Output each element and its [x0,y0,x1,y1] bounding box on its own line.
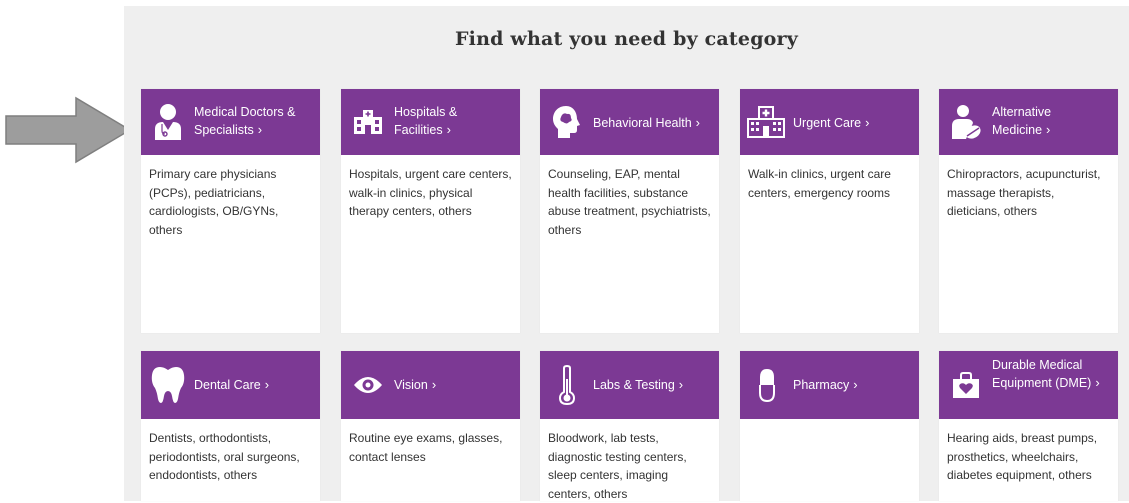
category-card-urgent-care[interactable]: Urgent Care › Walk-in clinics, urgent car… [740,89,919,333]
category-header-behavioral-health[interactable]: Behavioral Health › [540,89,719,155]
chevron-right-icon: › [446,122,451,137]
category-title-text[interactable]: Dental Care [194,378,261,392]
category-title-alternative-medicine[interactable]: Alternative Medicine › [992,104,1112,139]
category-description: Walk-in clinics, urgent care centers, em… [748,167,891,200]
category-title-text[interactable]: Durable Medical Equipment (DME) [992,358,1091,390]
category-title-urgent-care[interactable]: Urgent Care › [793,114,913,132]
head-profile-icon [550,102,584,142]
chevron-right-icon: › [264,377,270,392]
category-description: Chiropractors, acupuncturist, massage th… [947,167,1101,218]
eye-icon [351,365,385,405]
category-card-dental-care[interactable]: Dental Care › Dentists, orthodontists, pe… [141,351,320,501]
category-title-dental-care[interactable]: Dental Care › [194,376,314,394]
chevron-right-icon: › [695,115,701,130]
category-title-text[interactable]: Labs & Testing [593,378,675,392]
category-title-text[interactable]: Behavioral Health [593,116,692,130]
category-card-pharmacy[interactable]: Pharmacy › [740,351,919,501]
category-title-text[interactable]: Vision [394,378,428,392]
medical-bag-icon [949,365,983,405]
category-description: Routine eye exams, glasses, contact lens… [349,431,503,464]
category-description: Bloodwork, lab tests, diagnostic testing… [548,431,687,501]
urgent-care-building-icon [746,102,786,142]
category-card-alternative-medicine[interactable]: Alternative Medicine › Chiropractors, acu… [939,89,1118,333]
tooth-icon [151,365,185,405]
category-title-text[interactable]: Urgent Care [793,116,861,130]
category-description: Hospitals, urgent care centers, walk-in … [349,167,512,218]
category-description: Dentists, orthodontists, periodontists, … [149,431,300,482]
category-title-hospitals[interactable]: Hospitals & Facilities › [394,104,514,139]
category-title-behavioral-health[interactable]: Behavioral Health › [593,114,713,132]
category-title-text[interactable]: Alternative Medicine [992,105,1051,137]
category-card-medical-doctors[interactable]: Medical Doctors & Specialists › Primary c… [141,89,320,333]
chevron-right-icon: › [865,115,870,130]
category-title-text[interactable]: Pharmacy [793,378,849,392]
category-header-vision[interactable]: Vision › [341,351,520,419]
category-header-pharmacy[interactable]: Pharmacy › [740,351,919,419]
category-card-hospitals[interactable]: Hospitals & Facilities › Hospitals, urgen… [341,89,520,333]
pill-capsule-icon [750,365,784,405]
category-title-vision[interactable]: Vision › [394,376,514,394]
category-header-alternative-medicine[interactable]: Alternative Medicine › [939,89,1118,155]
chevron-right-icon: › [853,377,858,392]
category-description: Hearing aids, breast pumps, prosthetics,… [947,431,1098,482]
category-title-text[interactable]: Medical Doctors & Specialists [194,105,295,137]
category-header-hospitals[interactable]: Hospitals & Facilities › [341,89,520,155]
category-title-labs-testing[interactable]: Labs & Testing › [593,376,713,394]
category-header-labs-testing[interactable]: Labs & Testing › [540,351,719,419]
thermometer-icon [550,365,584,405]
pointer-arrow-icon [5,96,132,164]
category-header-durable-medical-equipment[interactable]: Durable Medical Equipment (DME) › [939,351,1118,419]
chevron-right-icon: › [1095,375,1100,390]
category-header-urgent-care[interactable]: Urgent Care › [740,89,919,155]
category-card-vision[interactable]: Vision › Routine eye exams, glasses, cont… [341,351,520,501]
chevron-right-icon: › [678,377,684,392]
category-header-dental-care[interactable]: Dental Care › [141,351,320,419]
category-description: Counseling, EAP, mental health facilitie… [548,167,711,237]
category-title-durable-medical-equipment[interactable]: Durable Medical Equipment (DME) › [992,357,1112,392]
category-title-medical-doctors[interactable]: Medical Doctors & Specialists › [194,104,314,139]
chevron-right-icon: › [257,122,263,137]
category-header-medical-doctors[interactable]: Medical Doctors & Specialists › [141,89,320,155]
alternative-medicine-icon [949,102,983,142]
category-title-pharmacy[interactable]: Pharmacy › [793,376,913,394]
category-card-behavioral-health[interactable]: Behavioral Health › Counseling, EAP, ment… [540,89,719,333]
category-card-labs-testing[interactable]: Labs & Testing › Bloodwork, lab tests, di… [540,351,719,501]
chevron-right-icon: › [431,377,437,392]
category-description: Primary care physicians (PCPs), pediatri… [149,167,279,237]
hospital-building-icon [351,102,385,142]
chevron-right-icon: › [1046,122,1051,137]
doctor-icon [151,102,185,142]
page-title: Find what you need by category [454,28,799,50]
category-card-durable-medical-equipment[interactable]: Durable Medical Equipment (DME) › Hearing… [939,351,1118,501]
